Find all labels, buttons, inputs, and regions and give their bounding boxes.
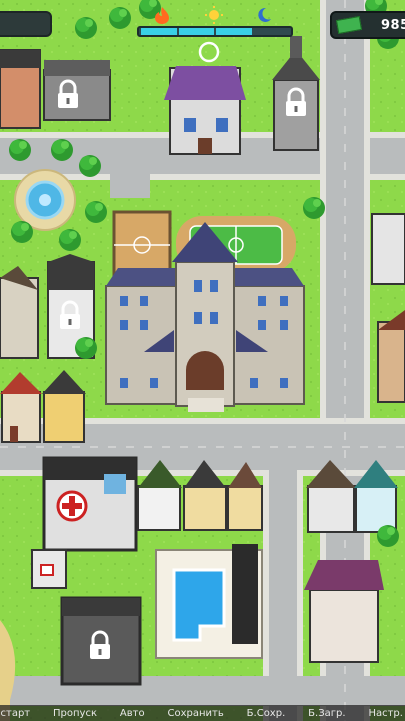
fountain[interactable] — [14, 169, 76, 231]
moon-icon — [258, 7, 271, 22]
skip-button[interactable]: Пропуск — [53, 708, 97, 719]
day-progress-segment — [253, 28, 289, 35]
money-display: 985 — [330, 11, 405, 39]
town-map — [0, 0, 405, 721]
restart-button[interactable]: рестарт — [0, 708, 30, 719]
day-progress-segment — [178, 28, 214, 35]
house-left-1[interactable] — [0, 266, 39, 359]
fire-icon — [155, 7, 169, 24]
hud-left-panel[interactable] — [0, 11, 52, 37]
settings-button[interactable]: Настр. — [368, 708, 403, 719]
quickload-button[interactable]: Б.Загр. — [308, 708, 345, 719]
cash-icon — [335, 16, 363, 34]
money-value: 985 — [381, 17, 405, 33]
quicksave-button[interactable]: Б.Сохр. — [247, 708, 286, 719]
building-bottom-left[interactable] — [60, 596, 142, 686]
building-far-left[interactable] — [0, 49, 41, 129]
swimming-pool[interactable] — [155, 544, 263, 659]
day-progress-segment — [216, 28, 252, 35]
day-progress-bar — [137, 26, 293, 37]
day-progress-segment — [141, 28, 177, 35]
house-purple[interactable] — [304, 560, 384, 663]
save-button[interactable]: Сохранить — [168, 708, 224, 719]
house-right-1[interactable] — [371, 213, 405, 285]
auto-button[interactable]: Авто — [120, 708, 145, 719]
sun-icon — [205, 6, 223, 24]
bottom-menu-bar: рестарт Пропуск Авто Сохранить Б.Сохр. Б… — [0, 705, 405, 721]
house-right-2[interactable] — [377, 310, 405, 403]
building-top-left[interactable] — [43, 60, 111, 121]
